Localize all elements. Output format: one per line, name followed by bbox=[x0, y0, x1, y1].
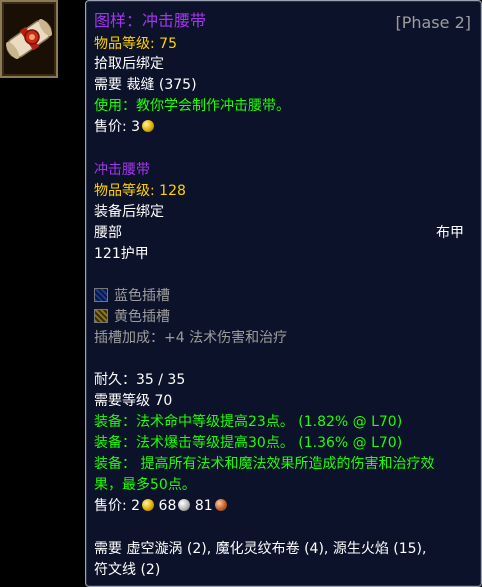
crafted-bind-text: 装备后绑定 bbox=[94, 204, 164, 220]
gold-coin-icon bbox=[142, 499, 155, 511]
reagents-line-1: 需要 虚空漩涡 (2), 魔化灵纹布卷 (4), 源生火焰 (15), bbox=[94, 541, 427, 557]
armor-type: 布甲 bbox=[436, 225, 464, 241]
silver-coin-icon bbox=[178, 499, 191, 511]
slot-label: 腰部 bbox=[94, 225, 122, 241]
yellow-socket-icon bbox=[94, 309, 108, 323]
reagents-line-2: 符文线 (2) bbox=[94, 562, 161, 578]
item-icon-frame bbox=[0, 0, 58, 78]
socket-yellow: 黄色插槽 bbox=[94, 307, 170, 327]
equip-spell-crit: 装备：法术爆击等级提高30点。 (1.36% @ L70) bbox=[94, 435, 403, 451]
crafted-sell-silver: 68 bbox=[158, 498, 177, 514]
crafted-sell-gold: 2 bbox=[131, 498, 141, 514]
item-level-line: 物品等级: 75 bbox=[94, 36, 177, 52]
equip-spell-hit: 装备：法术命中等级提高23点。 (1.82% @ L70) bbox=[94, 414, 403, 430]
item-level-label: 物品等级 bbox=[94, 36, 150, 52]
equip-spell-damage-cont: 果，最多50点。 bbox=[94, 477, 196, 493]
socket-blue: 蓝色插槽 bbox=[94, 286, 170, 306]
required-level: 需要等级 70 bbox=[94, 393, 173, 409]
item-tooltip: 图样：冲击腰带 [Phase 2] 物品等级: 75 拾取后绑定 需要 裁缝 (… bbox=[85, 0, 482, 587]
crafted-item-level-label: 物品等级 bbox=[94, 183, 150, 199]
requirement-line: 需要 裁缝 (375) bbox=[94, 75, 197, 95]
crafted-item-level-line: 物品等级: 128 bbox=[94, 183, 186, 199]
socket-yellow-label: 黄色插槽 bbox=[114, 309, 170, 325]
item-level-value: 75 bbox=[159, 36, 177, 52]
slot-line: 腰部 布甲 bbox=[94, 223, 464, 243]
phase-tag: [Phase 2] bbox=[395, 13, 471, 32]
equip-spell-damage: 装备： 提高所有法术和魔法效果所造成的伤害和治疗效 bbox=[94, 456, 435, 472]
scroll-icon bbox=[2, 2, 56, 76]
sell-label: 售价: bbox=[94, 119, 127, 135]
bind-text: 拾取后绑定 bbox=[94, 56, 164, 72]
blue-socket-icon bbox=[94, 288, 108, 302]
durability: 耐久：35 / 35 bbox=[94, 372, 186, 388]
sell-price-line: 售价: 3 bbox=[94, 117, 155, 137]
crafted-item-name: 冲击腰带 bbox=[94, 162, 150, 178]
copper-coin-icon bbox=[214, 499, 227, 511]
requirement-value: 裁缝 (375) bbox=[126, 77, 197, 93]
item-name: 图样：冲击腰带 bbox=[94, 11, 207, 30]
crafted-sell-label: 售价: bbox=[94, 498, 127, 514]
socket-bonus: 插槽加成：+4 法术伤害和治疗 bbox=[94, 330, 288, 346]
use-effect: 使用：教你学会制作冲击腰带。 bbox=[94, 98, 290, 114]
crafted-item-level-value: 128 bbox=[159, 183, 186, 199]
requirement-label: 需要 bbox=[94, 77, 122, 93]
crafted-sell-copper: 81 bbox=[194, 498, 213, 514]
sell-gold: 3 bbox=[131, 119, 141, 135]
armor-value: 121护甲 bbox=[94, 246, 149, 262]
crafted-sell-price-line: 售价: 2 68 81 bbox=[94, 496, 227, 516]
socket-blue-label: 蓝色插槽 bbox=[114, 288, 170, 304]
gold-coin-icon bbox=[142, 120, 155, 132]
